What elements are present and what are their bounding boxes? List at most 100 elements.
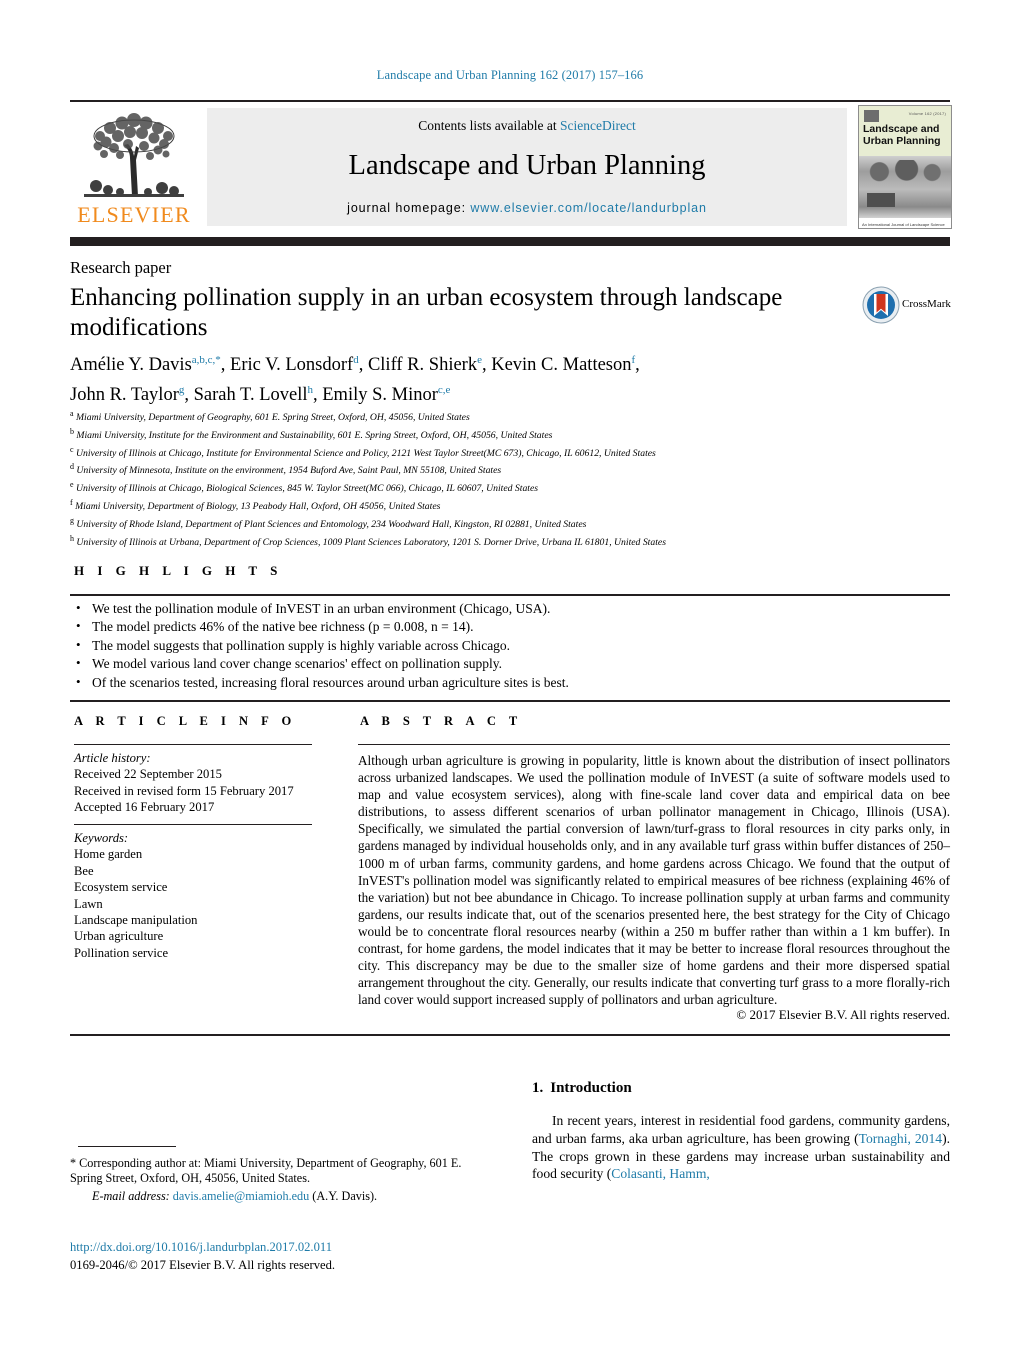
affiliation-row: c University of Illinois at Chicago, Ins… (70, 443, 950, 461)
abstract-heading: A B S T R A C T (360, 714, 523, 728)
abstract-bottom-rule (70, 1034, 950, 1036)
affiliation-text: Miami University, Department of Geograph… (75, 412, 470, 424)
author-affil-marker[interactable]: a,b,c,* (192, 354, 221, 366)
keyword-item: Landscape manipulation (74, 913, 198, 928)
affiliation-row: e University of Illinois at Chicago, Bio… (70, 478, 950, 496)
doi-link[interactable]: http://dx.doi.org/10.1016/j.landurbplan.… (70, 1240, 332, 1255)
article-info-heading: A R T I C L E I N F O (74, 714, 297, 728)
page-title: Enhancing pollination supply in an urban… (70, 284, 783, 341)
author-affil-marker[interactable]: c,e (438, 384, 451, 396)
author-affil-marker[interactable]: d (353, 354, 359, 366)
affiliation-row: h University of Illinois at Urbana, Depa… (70, 532, 950, 550)
keyword-item: Pollination service (74, 945, 169, 960)
homepage-url-link[interactable]: www.elsevier.com/locate/landurbplan (470, 201, 706, 215)
affiliation-list: a Miami University, Department of Geogra… (70, 407, 950, 550)
article-history-item: Accepted 16 February 2017 (74, 800, 215, 815)
journal-cover-thumbnail: Volume 162 (2017) Landscape and Urban Pl… (858, 105, 952, 229)
abstract-copyright: © 2017 Elsevier B.V. All rights reserved… (736, 1007, 950, 1022)
affiliation-marker: f (70, 498, 73, 508)
keywords-label: Keywords: (74, 831, 129, 845)
cover-photo-trees (859, 156, 951, 190)
keyword-item: Urban agriculture (74, 929, 164, 944)
citation-link[interactable]: Tornaghi, 2014 (859, 1131, 942, 1146)
sciencedirect-link[interactable]: ScienceDirect (560, 118, 636, 133)
author-name: Kevin C. Matteson (491, 355, 632, 376)
affiliation-marker: c (70, 444, 74, 454)
article-history-item: Received in revised form 15 February 201… (74, 783, 294, 798)
contents-prefix: Contents lists available at (418, 118, 560, 133)
affiliation-marker: e (70, 480, 74, 490)
author-affil-marker[interactable]: f (632, 354, 636, 366)
author-name: Amélie Y. Davis (70, 355, 192, 376)
author-name: Eric V. Lonsdorf (230, 355, 354, 376)
author-affil-marker[interactable]: h (308, 384, 314, 396)
author-name: John R. Taylor (70, 385, 179, 406)
affiliation-text: University of Illinois at Chicago, Biolo… (75, 483, 539, 495)
list-item: The model suggests that pollination supp… (74, 636, 894, 655)
elsevier-tree-icon (84, 113, 184, 197)
list-item: The model predicts 46% of the native bee… (74, 617, 894, 636)
affiliation-marker: d (70, 462, 74, 472)
section-number: 1. (532, 1080, 544, 1096)
abstract-text: Although urban agriculture is growing in… (358, 753, 950, 1008)
cover-volume-note: Volume 162 (2017) (908, 111, 946, 116)
keyword-item: Bee (74, 863, 94, 878)
affiliation-row: a Miami University, Department of Geogra… (70, 407, 950, 425)
article-type: Research paper (70, 258, 172, 277)
article-info-top-rule (70, 700, 950, 702)
highlights-heading: H I G H L I G H T S (74, 563, 283, 578)
elsevier-logo: ELSEVIER (70, 108, 198, 226)
highlights-list: We test the pollination module of InVEST… (74, 599, 894, 692)
affiliation-text: Miami University, Institute for the Envi… (76, 430, 553, 442)
affiliation-text: University of Minnesota, Institute on th… (76, 465, 502, 477)
affiliation-marker: a (70, 409, 74, 418)
author-name: Emily S. Minor (322, 385, 438, 406)
abstract-rule (358, 744, 950, 746)
affiliation-row: b Miami University, Institute for the En… (70, 425, 950, 443)
introduction-paragraph: In recent years, interest in residential… (532, 1112, 950, 1183)
affiliation-row: f Miami University, Department of Biolog… (70, 496, 950, 514)
keyword-item: Lawn (74, 896, 103, 911)
affiliation-text: Miami University, Department of Biology,… (75, 501, 441, 513)
affiliation-row: d University of Minnesota, Institute on … (70, 460, 950, 478)
affiliation-text: University of Illinois at Chicago, Insti… (75, 447, 656, 459)
crossmark-icon (862, 286, 900, 324)
keywords-rule (74, 824, 312, 826)
section-title: Introduction (550, 1080, 632, 1096)
list-item: We model various land cover change scena… (74, 654, 894, 673)
article-info-rule (74, 744, 312, 746)
journal-banner: Contents lists available at ScienceDirec… (207, 108, 847, 226)
affiliation-marker: h (70, 533, 74, 543)
elsevier-wordmark: ELSEVIER (77, 202, 191, 227)
corresponding-author-note: * Corresponding author at: Miami Univers… (70, 1156, 462, 1186)
keyword-item: Home garden (74, 847, 143, 862)
running-head: Landscape and Urban Planning 162 (2017) … (376, 68, 644, 82)
list-item: We test the pollination module of InVEST… (74, 599, 894, 618)
paper-page: Landscape and Urban Planning 162 (2017) … (0, 0, 1020, 1351)
journal-homepage-line: journal homepage: www.elsevier.com/locat… (207, 201, 847, 215)
author-affil-marker[interactable]: g (179, 384, 185, 396)
citation-link[interactable]: Colasanti, Hamm, (611, 1166, 710, 1181)
cover-photo-buildings (859, 190, 951, 218)
list-item: Of the scenarios tested, increasing flor… (74, 673, 894, 692)
cover-title-line2: Urban Planning (863, 135, 941, 147)
crossmark-badge[interactable]: CrossMark (862, 286, 958, 324)
author-list: Amélie Y. Davisa,b,c,*, Eric V. Lonsdorf… (70, 354, 640, 406)
keyword-item: Ecosystem service (74, 880, 168, 895)
contents-available-line: Contents lists available at ScienceDirec… (207, 118, 847, 134)
affiliation-marker: g (70, 515, 74, 525)
email-link[interactable]: davis.amelie@miamioh.edu (173, 1189, 309, 1203)
journal-masthead: ELSEVIER Contents lists available at Sci… (70, 100, 952, 230)
article-history: Article history: Received 22 September 2… (74, 750, 324, 816)
author-affil-marker[interactable]: e (477, 354, 482, 366)
cover-publisher-mark-icon (864, 110, 879, 122)
homepage-label: journal homepage: (347, 201, 466, 215)
journal-title: Landscape and Urban Planning (348, 150, 706, 181)
affiliation-text: University of Illinois at Urbana, Depart… (76, 537, 666, 549)
masthead-top-rule (70, 100, 950, 102)
email-owner: (A.Y. Davis). (312, 1189, 378, 1203)
cover-title-line1: Landscape and (863, 123, 940, 135)
author-name: Cliff R. Shierk (367, 355, 478, 376)
keywords-block: Keywords: Home garden Bee Ecosystem serv… (74, 830, 324, 961)
email-label: E-mail address: (92, 1189, 170, 1203)
